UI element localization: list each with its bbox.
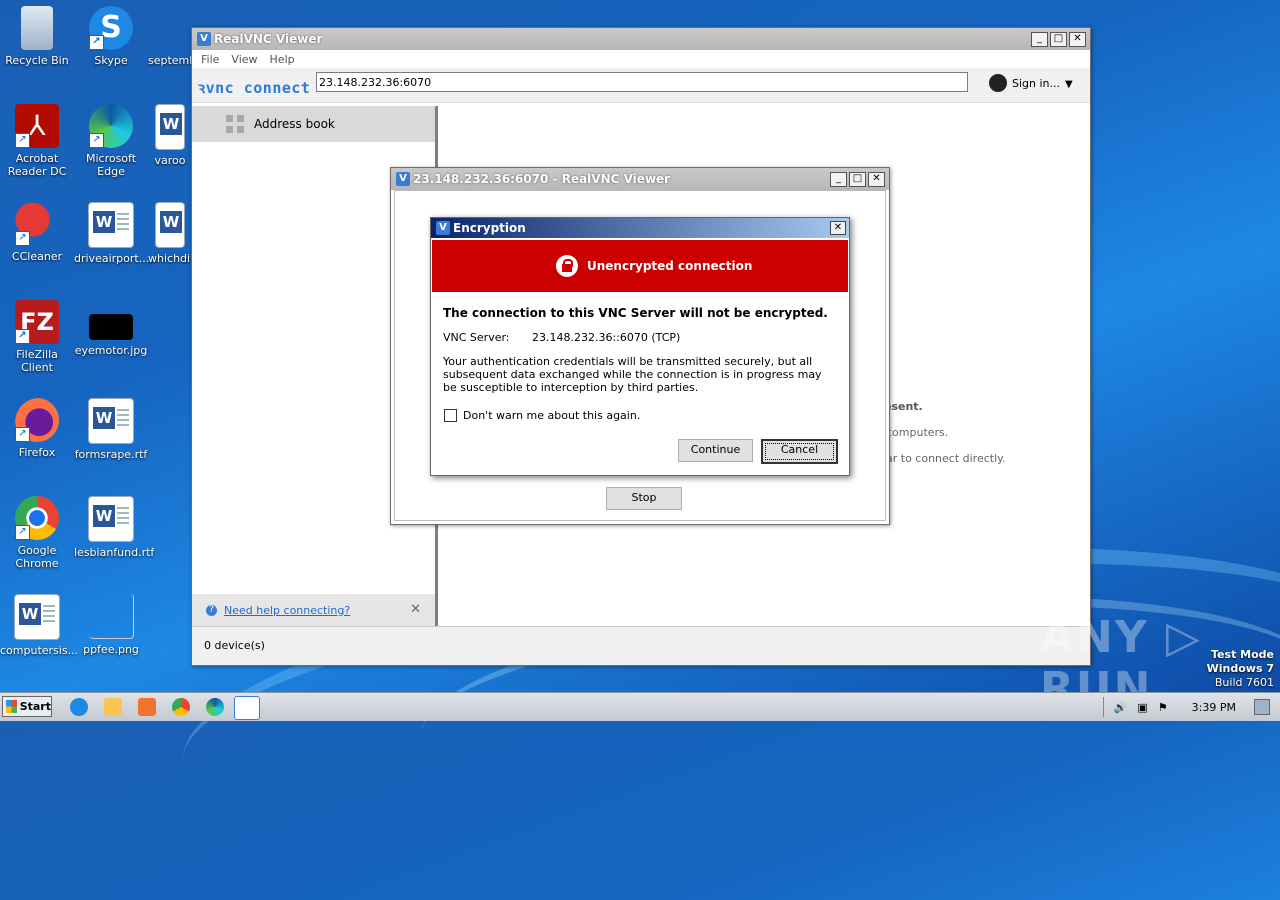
os-info: Test Mode Windows 7 Build 7601 [1206, 648, 1274, 689]
help-icon: ? [206, 604, 217, 616]
main-window-title: RealVNC Viewer [214, 32, 323, 46]
desktop-icon-varoo[interactable]: W varoo [148, 104, 192, 167]
connecting-titlebar[interactable]: V 23.148.232.36:6070 - RealVNC Viewer _ … [391, 168, 889, 190]
ie-icon[interactable] [70, 698, 88, 716]
warning-banner: Unencrypted connection [432, 240, 848, 292]
word-doc-icon: W [88, 496, 134, 542]
status-bar: 0 device(s) [192, 626, 1090, 665]
firefox-icon: ↗ [15, 398, 59, 442]
dialog-headline: The connection to this VNC Server will n… [443, 306, 828, 320]
media-player-icon[interactable] [138, 698, 156, 716]
image-file-icon [89, 314, 133, 340]
clock[interactable]: 3:39 PM [1192, 701, 1236, 714]
word-doc-icon: W [14, 594, 60, 640]
menu-help[interactable]: Help [270, 53, 295, 66]
desktop-icon-formsrape[interactable]: W formsrape.rtf [74, 398, 148, 461]
encryption-dialog: V Encryption ✕ Unencrypted connection Th… [430, 217, 850, 476]
desktop-icon-septemb[interactable]: septemb [148, 6, 192, 67]
minimize-button[interactable]: _ [1031, 32, 1048, 47]
realvnc-icon: V [396, 172, 410, 186]
background-text: ar to connect directly. [886, 452, 1006, 465]
desktop-icon-driveairport[interactable]: W driveairport.... [74, 202, 153, 265]
toolbar: ꝛvnc connect 23.148.232.36:6070 Sign in.… [192, 68, 1090, 103]
recycle-bin-icon [21, 6, 53, 50]
address-input[interactable]: 23.148.232.36:6070 [316, 72, 968, 92]
word-doc-icon: W [155, 104, 185, 150]
grid-icon [226, 115, 244, 133]
device-count: 0 device(s) [204, 639, 265, 652]
cancel-button[interactable]: Cancel [761, 439, 838, 464]
word-doc-icon: W [88, 398, 134, 444]
desktop-icon-computersis[interactable]: W computersis... [0, 594, 78, 657]
desktop-icon-eyemotor[interactable]: eyemotor.jpg [74, 300, 148, 357]
windows-logo-icon [6, 700, 17, 713]
edge-icon[interactable] [206, 698, 224, 716]
realvnc-taskbar-button[interactable] [234, 696, 260, 720]
banner-text: Unencrypted connection [587, 259, 753, 273]
realvnc-icon: V [436, 221, 450, 235]
maximize-button[interactable]: □ [1050, 32, 1067, 47]
continue-button[interactable]: Continue [678, 439, 753, 462]
skype-icon: S ↗ [89, 6, 133, 50]
user-icon [989, 74, 1007, 92]
server-value: 23.148.232.36::6070 (TCP) [532, 331, 681, 344]
dont-warn-checkbox[interactable] [444, 409, 457, 422]
speaker-icon[interactable]: 🔊 [1114, 701, 1128, 714]
word-doc-icon: W [88, 202, 134, 248]
menubar: File View Help [192, 50, 1090, 68]
filezilla-icon: FZ ↗ [15, 300, 59, 344]
connecting-window-title: 23.148.232.36:6070 - RealVNC Viewer [413, 172, 671, 186]
close-button[interactable]: ✕ [830, 221, 846, 235]
desktop-icon-whichdis[interactable]: W whichdis [148, 202, 192, 265]
maximize-button[interactable]: □ [849, 172, 866, 187]
chevron-down-icon[interactable]: ▼ [1065, 79, 1073, 90]
desktop-icon-chrome[interactable]: ↗ Google Chrome [0, 496, 74, 570]
chrome-icon[interactable] [172, 698, 190, 716]
system-tray: 🔊 ▣ ⚑ 3:39 PM [1102, 695, 1280, 719]
desktop-icon-edge[interactable]: ↗ Microsoft Edge [74, 104, 148, 178]
help-link[interactable]: Need help connecting? [224, 604, 350, 617]
close-button[interactable]: ✕ [868, 172, 885, 187]
explorer-icon[interactable] [104, 698, 122, 716]
network-icon[interactable]: ▣ [1137, 701, 1147, 714]
help-bar: ? Need help connecting? ✕ [192, 594, 435, 626]
image-file-icon [88, 594, 134, 639]
stop-button[interactable]: Stop [606, 487, 682, 510]
desktop-icon-ppfee[interactable]: ppfee.png [74, 594, 148, 656]
word-doc-icon: W [155, 202, 185, 248]
flag-icon[interactable]: ⚑ [1158, 701, 1168, 714]
dialog-description: Your authentication credentials will be … [443, 355, 822, 394]
desktop-icon-acrobat[interactable]: ⅄ ↗ Acrobat Reader DC [0, 104, 74, 178]
dialog-title: Encryption [453, 221, 526, 235]
minimize-button[interactable]: _ [830, 172, 847, 187]
desktop-icon-lesbianfund[interactable]: W lesbianfund.rtf [74, 496, 154, 559]
desktop-icon-recycle-bin[interactable]: Recycle Bin [0, 6, 74, 67]
background-text: computers. [886, 426, 949, 439]
desktop-icon-filezilla[interactable]: FZ ↗ FileZilla Client [0, 300, 74, 374]
close-button[interactable]: ✕ [1069, 32, 1086, 47]
close-icon[interactable]: ✕ [410, 602, 421, 617]
realvnc-icon: V [197, 32, 211, 46]
vnc-connect-logo: ꝛvnc connect [198, 79, 311, 97]
desktop-icon-firefox[interactable]: ↗ Firefox [0, 398, 74, 459]
acrobat-icon: ⅄ ↗ [15, 104, 59, 148]
lock-icon [556, 255, 578, 277]
taskbar: Start 🔊 ▣ ⚑ 3:39 PM [0, 692, 1280, 721]
desktop-icon-skype[interactable]: S ↗ Skype [74, 6, 148, 67]
chrome-icon: ↗ [15, 496, 59, 540]
sign-in-button[interactable]: Sign in... [989, 74, 1060, 92]
menu-file[interactable]: File [201, 53, 219, 66]
ccleaner-icon: ↗ [15, 202, 59, 246]
start-button[interactable]: Start [2, 696, 52, 717]
menu-view[interactable]: View [231, 53, 257, 66]
server-label: VNC Server: [443, 331, 510, 344]
main-titlebar[interactable]: V RealVNC Viewer _ □ ✕ [192, 28, 1090, 50]
edge-icon: ↗ [89, 104, 133, 148]
dont-warn-checkbox-row[interactable]: Don't warn me about this again. [444, 409, 640, 422]
desktop-icon-ccleaner[interactable]: ↗ CCleaner [0, 202, 74, 263]
address-book-item[interactable]: Address book [192, 106, 435, 142]
show-desktop-button[interactable] [1254, 699, 1270, 715]
checkbox-label[interactable]: Don't warn me about this again. [463, 409, 640, 422]
encryption-titlebar[interactable]: V Encryption ✕ [431, 218, 849, 238]
